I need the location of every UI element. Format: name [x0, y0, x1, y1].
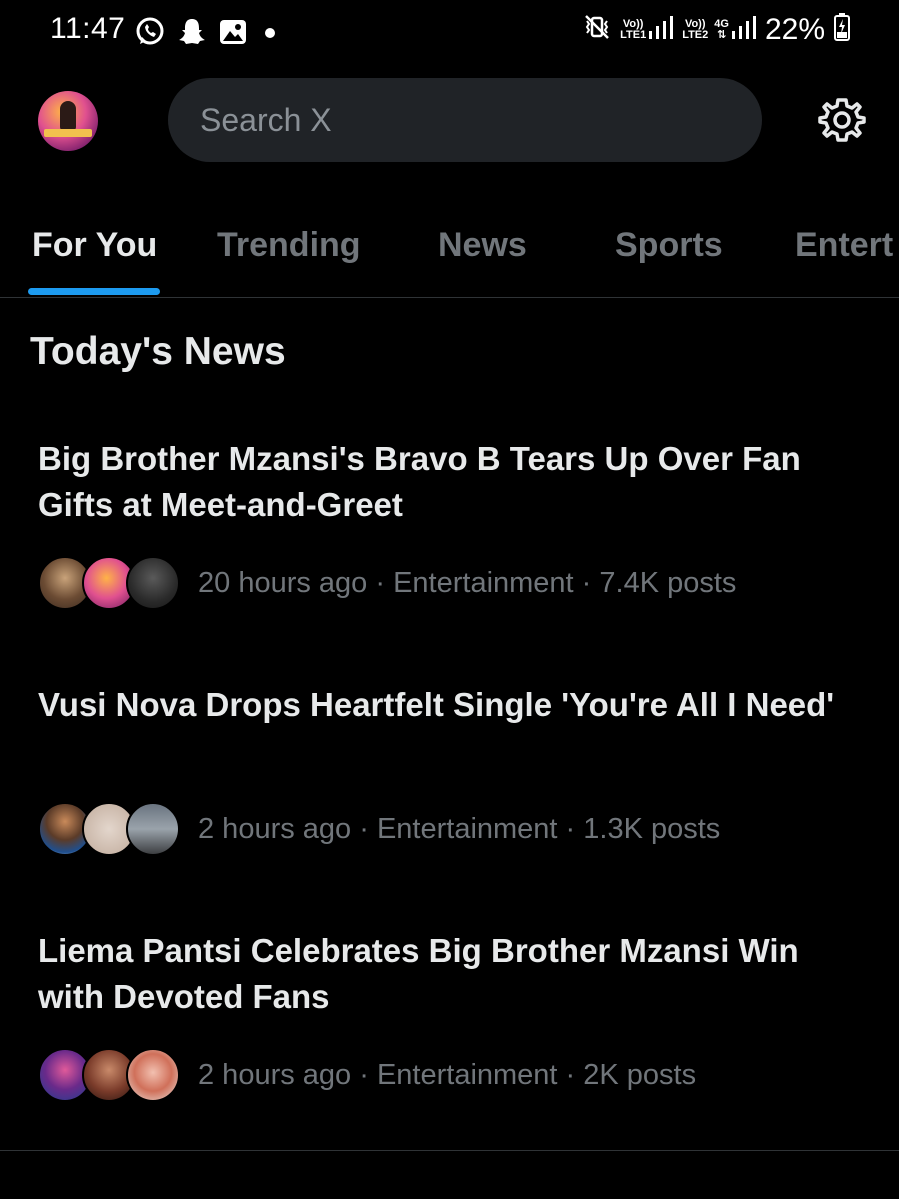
snapchat-icon	[176, 16, 208, 48]
avatar-banner	[44, 129, 92, 137]
news-headline[interactable]: Big Brother Mzansi's Bravo B Tears Up Ov…	[38, 436, 858, 528]
avatar-figure	[60, 101, 76, 131]
search-input[interactable]	[198, 100, 722, 140]
tab-news[interactable]: News	[438, 226, 527, 265]
vibrate-mute-icon	[582, 12, 612, 47]
news-headline[interactable]: Vusi Nova Drops Heartfelt Single 'You're…	[38, 682, 858, 728]
avatar-stack	[38, 1048, 180, 1102]
notification-dot-icon	[258, 17, 282, 47]
avatar-stack	[38, 556, 180, 610]
signal-bars-icon	[648, 13, 674, 46]
status-bar: 11:47 Vo)) LTE1 Vo)) LTE2 4G ⇅ 22%	[0, 0, 899, 64]
news-headline[interactable]: Liema Pantsi Celebrates Big Brother Mzan…	[38, 928, 858, 1020]
status-left-icons	[134, 16, 282, 48]
gallery-icon	[218, 17, 248, 47]
tab-entertainment[interactable]: Entert	[795, 226, 893, 265]
avatar	[126, 556, 180, 610]
profile-avatar[interactable]	[38, 91, 98, 151]
tab-for-you[interactable]: For You	[32, 226, 157, 265]
news-meta-text: 2 hours ago · Entertainment · 2K posts	[198, 1058, 697, 1091]
whatsapp-icon	[134, 16, 166, 48]
news-item[interactable]: Big Brother Mzansi's Bravo B Tears Up Ov…	[0, 436, 899, 616]
sim1-label-bottom: LTE1	[620, 28, 647, 41]
sim2-label-top: Vo))	[684, 17, 706, 30]
status-time: 11:47	[50, 12, 126, 45]
settings-button[interactable]	[816, 96, 868, 148]
active-tab-indicator	[28, 288, 160, 295]
signal-bars-icon	[731, 13, 757, 46]
sim2-label-bottom: LTE2	[682, 28, 709, 41]
news-item[interactable]: Vusi Nova Drops Heartfelt Single 'You're…	[0, 682, 899, 862]
battery-charging-icon	[833, 12, 851, 47]
tab-trending[interactable]: Trending	[217, 226, 361, 265]
news-item[interactable]: Liema Pantsi Celebrates Big Brother Mzan…	[0, 928, 899, 1108]
battery-percent: 22%	[764, 12, 825, 46]
sim1-label-top: Vo))	[622, 17, 644, 30]
section-title: Today's News	[30, 330, 286, 373]
gear-icon	[817, 95, 867, 150]
tab-sports[interactable]: Sports	[615, 226, 723, 265]
tab-bar: For You Trending News Sports Entert	[0, 198, 899, 298]
data-arrows-icon: ⇅	[717, 28, 727, 41]
news-meta-text: 2 hours ago · Entertainment · 1.3K posts	[198, 812, 721, 845]
avatar	[126, 1048, 180, 1102]
status-right-icons: Vo)) LTE1 Vo)) LTE2 4G ⇅ 22%	[582, 12, 851, 47]
sim2-signal: Vo)) LTE2 4G ⇅	[682, 13, 757, 46]
search-bar[interactable]	[168, 78, 762, 162]
network-type: 4G	[714, 17, 729, 30]
news-meta: 2 hours ago · Entertainment · 2K posts	[38, 1048, 696, 1102]
news-meta: 20 hours ago · Entertainment · 7.4K post…	[38, 556, 736, 610]
news-meta: 2 hours ago · Entertainment · 1.3K posts	[38, 802, 720, 856]
sim1-signal: Vo)) LTE1	[620, 13, 674, 46]
avatar	[126, 802, 180, 856]
divider	[0, 1150, 899, 1151]
news-meta-text: 20 hours ago · Entertainment · 7.4K post…	[198, 566, 737, 599]
avatar-stack	[38, 802, 180, 856]
